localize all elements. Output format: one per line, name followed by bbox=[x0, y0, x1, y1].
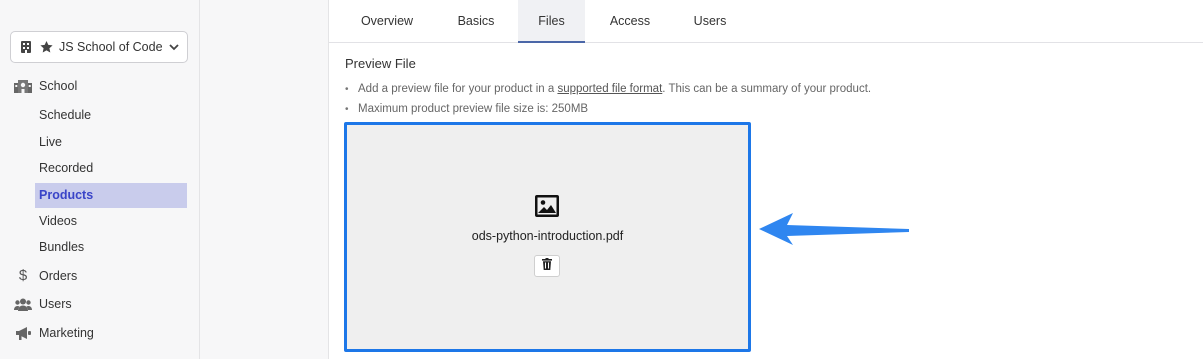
school-name: JS School of Code bbox=[59, 40, 163, 54]
school-selector[interactable]: JS School of Code bbox=[10, 31, 188, 63]
bullet-size-text: Maximum product preview file size is: 25… bbox=[358, 103, 589, 115]
bullet-dot: • bbox=[345, 83, 349, 95]
preview-instructions: • Add a preview file for your product in… bbox=[345, 79, 871, 119]
bullet-size: • Maximum product preview file size is: … bbox=[345, 99, 871, 119]
image-icon bbox=[535, 195, 559, 217]
supported-format-link[interactable]: supported file format bbox=[557, 83, 662, 95]
users-icon bbox=[14, 298, 32, 311]
nav-users-label: Users bbox=[39, 297, 72, 311]
school-icon bbox=[14, 79, 32, 93]
bullet-format-prefix: Add a preview file for your product in a bbox=[358, 83, 558, 95]
main-panel: Overview Basics Files Access Users Previ… bbox=[329, 0, 1203, 359]
trash-icon bbox=[542, 257, 552, 275]
bullet-dot: • bbox=[345, 103, 349, 115]
sidebar-item-products[interactable]: Products bbox=[35, 183, 187, 208]
nav-orders-label: Orders bbox=[39, 268, 78, 283]
bullet-format: • Add a preview file for your product in… bbox=[345, 79, 871, 99]
tab-files[interactable]: Files bbox=[518, 0, 585, 43]
tab-overview[interactable]: Overview bbox=[341, 0, 433, 43]
annotation-arrow-icon bbox=[759, 213, 909, 245]
nav-school[interactable]: School bbox=[14, 79, 77, 93]
tab-bar: Overview Basics Files Access Users bbox=[329, 0, 1203, 43]
tab-users[interactable]: Users bbox=[675, 0, 745, 43]
section-title: Preview File bbox=[345, 56, 416, 71]
sidebar-item-recorded[interactable]: Recorded bbox=[35, 156, 187, 181]
sidebar-item-schedule[interactable]: Schedule bbox=[35, 103, 187, 128]
sidebar-item-live[interactable]: Live bbox=[35, 130, 187, 155]
content-gutter bbox=[200, 0, 329, 359]
tab-basics[interactable]: Basics bbox=[433, 0, 519, 43]
sidebar-item-videos[interactable]: Videos bbox=[35, 209, 187, 234]
preview-file-dropzone[interactable]: ods-python-introduction.pdf bbox=[344, 122, 751, 352]
nav-school-label: School bbox=[39, 79, 78, 93]
nav-orders[interactable]: $ Orders bbox=[14, 267, 77, 284]
megaphone-icon bbox=[14, 326, 32, 340]
tab-access[interactable]: Access bbox=[585, 0, 675, 43]
building-icon bbox=[19, 41, 33, 53]
delete-file-button[interactable] bbox=[534, 255, 560, 277]
sidebar: JS School of Code School Schedule Live R… bbox=[0, 0, 200, 359]
preview-file-name: ods-python-introduction.pdf bbox=[471, 229, 624, 243]
sidebar-item-bundles[interactable]: Bundles bbox=[35, 235, 187, 260]
chevron-down-icon bbox=[169, 40, 179, 54]
nav-marketing[interactable]: Marketing bbox=[14, 326, 94, 340]
nav-users[interactable]: Users bbox=[14, 297, 72, 311]
bullet-format-suffix: . This can be a summary of your product. bbox=[662, 83, 872, 95]
star-icon bbox=[39, 41, 53, 53]
dollar-icon: $ bbox=[18, 267, 28, 284]
nav-marketing-label: Marketing bbox=[39, 326, 94, 340]
